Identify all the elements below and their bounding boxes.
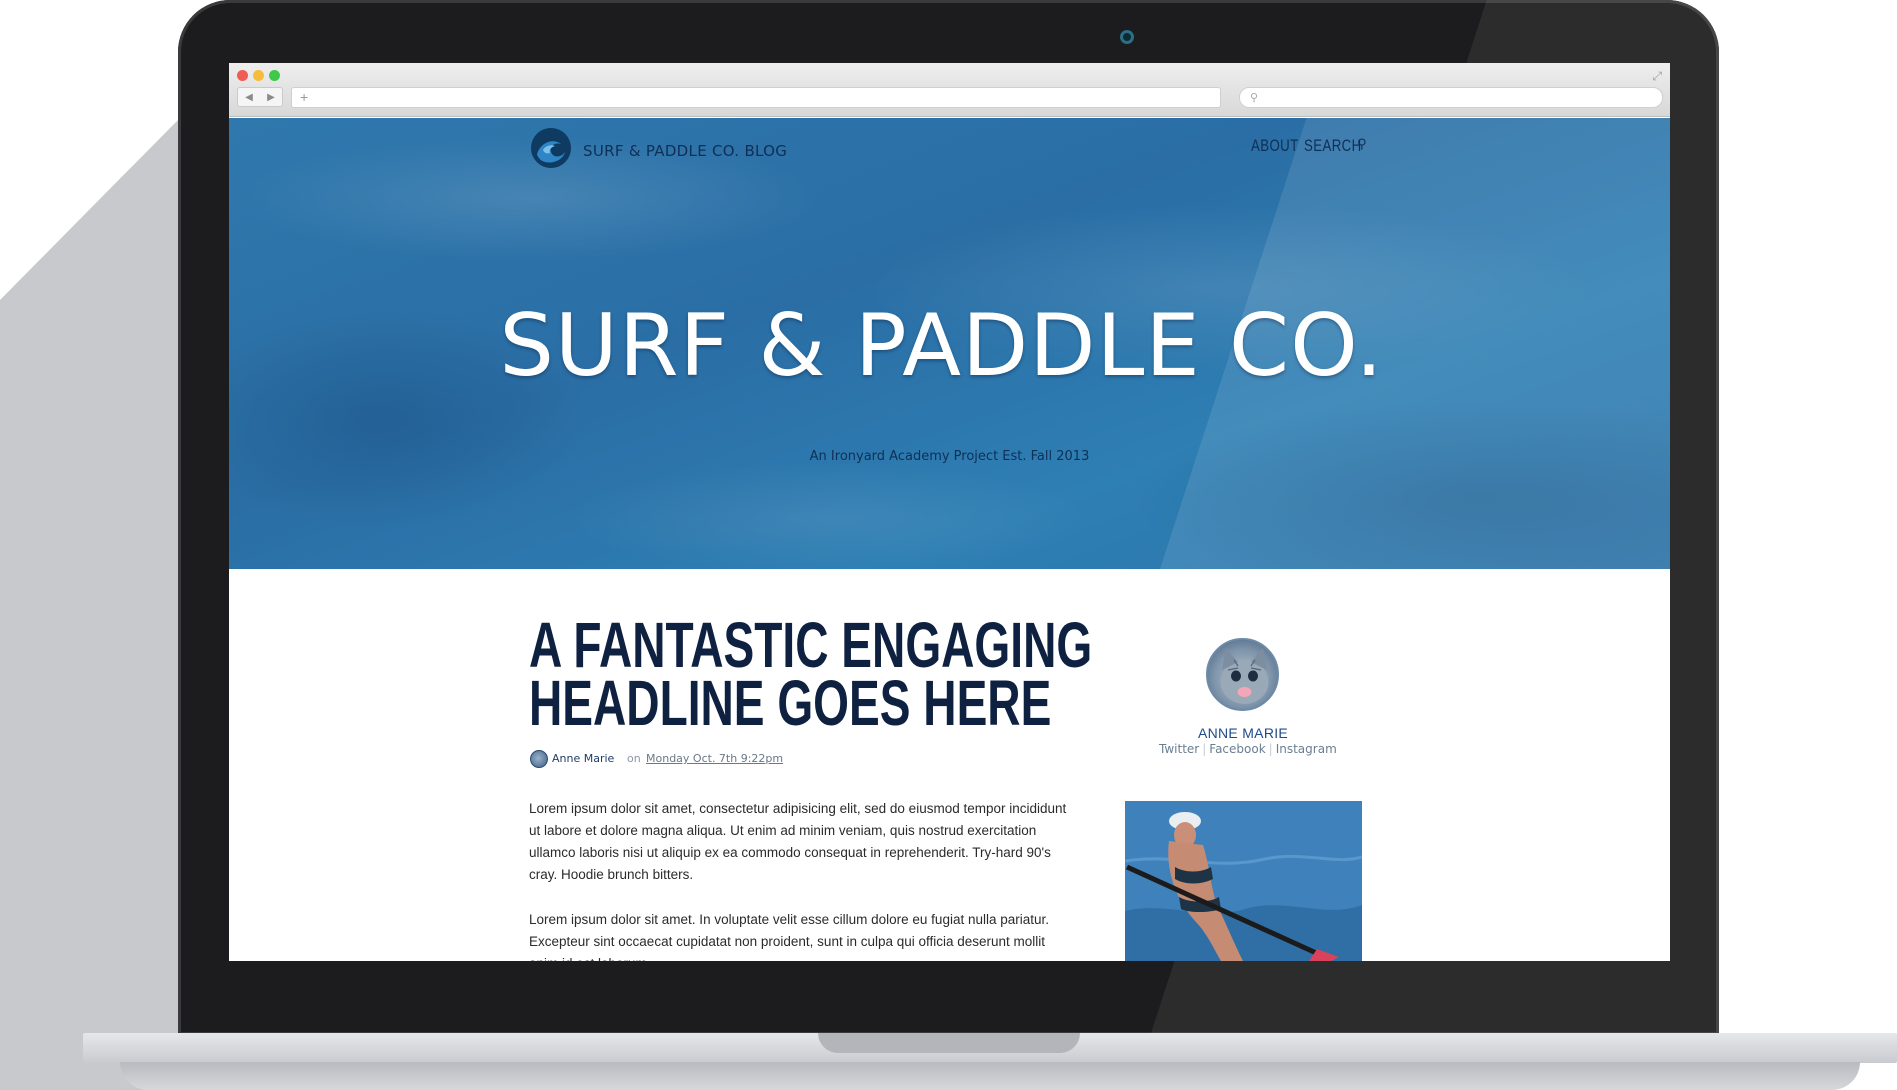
back-icon[interactable]: ◀ [245,92,253,103]
facebook-link[interactable]: Facebook [1209,742,1265,756]
byline-author-link[interactable]: Anne Marie [552,752,614,765]
address-bar[interactable]: + [291,87,1221,108]
hero-banner: SURF & PADDLE CO. BLOG ABOUT SEARCH ⚲ SU… [229,118,1670,569]
maximize-window-button[interactable] [269,70,280,81]
browser-search-input[interactable]: ⚲ [1239,87,1663,108]
browser-window: ◀ ▶ + ⚲ ⤢ SURF & PADDLE CO. BLOG ABOUT S… [229,63,1670,961]
post-headline[interactable]: A FANTASTIC ENGAGING HEADLINE GOES HERE [529,609,1093,739]
instagram-link[interactable]: Instagram [1276,742,1337,756]
hero-subtitle: An Ironyard Academy Project Est. Fall 20… [809,449,1090,464]
social-divider: | [1202,742,1207,756]
history-nav: ◀ ▶ [237,87,283,107]
camera-icon [1120,30,1134,44]
nav-about-link[interactable]: ABOUT [1251,136,1299,156]
nav-search-link[interactable]: SEARCH [1304,136,1362,156]
post-date-link[interactable]: Monday Oct. 7th 9:22pm [646,752,783,765]
wave-logo-icon[interactable] [531,128,571,168]
close-window-button[interactable] [237,70,248,81]
social-divider: | [1268,742,1273,756]
laptop-notch [818,1033,1080,1053]
post-paragraph-1: Lorem ipsum dolor sit amet, consectetur … [529,801,1067,882]
headline-line-2: HEADLINE GOES HERE [529,667,1052,739]
browser-toolbar: ◀ ▶ + ⚲ ⤢ [229,63,1670,117]
forward-icon[interactable]: ▶ [267,92,275,103]
twitter-link[interactable]: Twitter [1159,742,1199,756]
headline-line-1: A FANTASTIC ENGAGING [529,609,1093,681]
search-icon[interactable]: ⚲ [1357,137,1367,152]
post-paragraph-2: Lorem ipsum dolor sit amet. In voluptate… [529,912,1050,961]
brand-name[interactable]: SURF & PADDLE CO. BLOG [583,142,787,160]
author-avatar-small[interactable] [530,750,548,768]
social-links: Twitter | Facebook | Instagram [1159,742,1337,756]
hero-title: SURF & PADDLE CO. [499,296,1384,396]
laptop-base-bottom [120,1062,1860,1090]
minimize-window-button[interactable] [253,70,264,81]
author-name[interactable]: ANNE MARIE [1159,725,1327,741]
fullscreen-icon[interactable]: ⤢ [1652,69,1662,84]
paddleboarder-photo[interactable] [1125,801,1362,961]
byline-on-label: on [627,752,641,765]
author-avatar[interactable] [1206,638,1279,711]
